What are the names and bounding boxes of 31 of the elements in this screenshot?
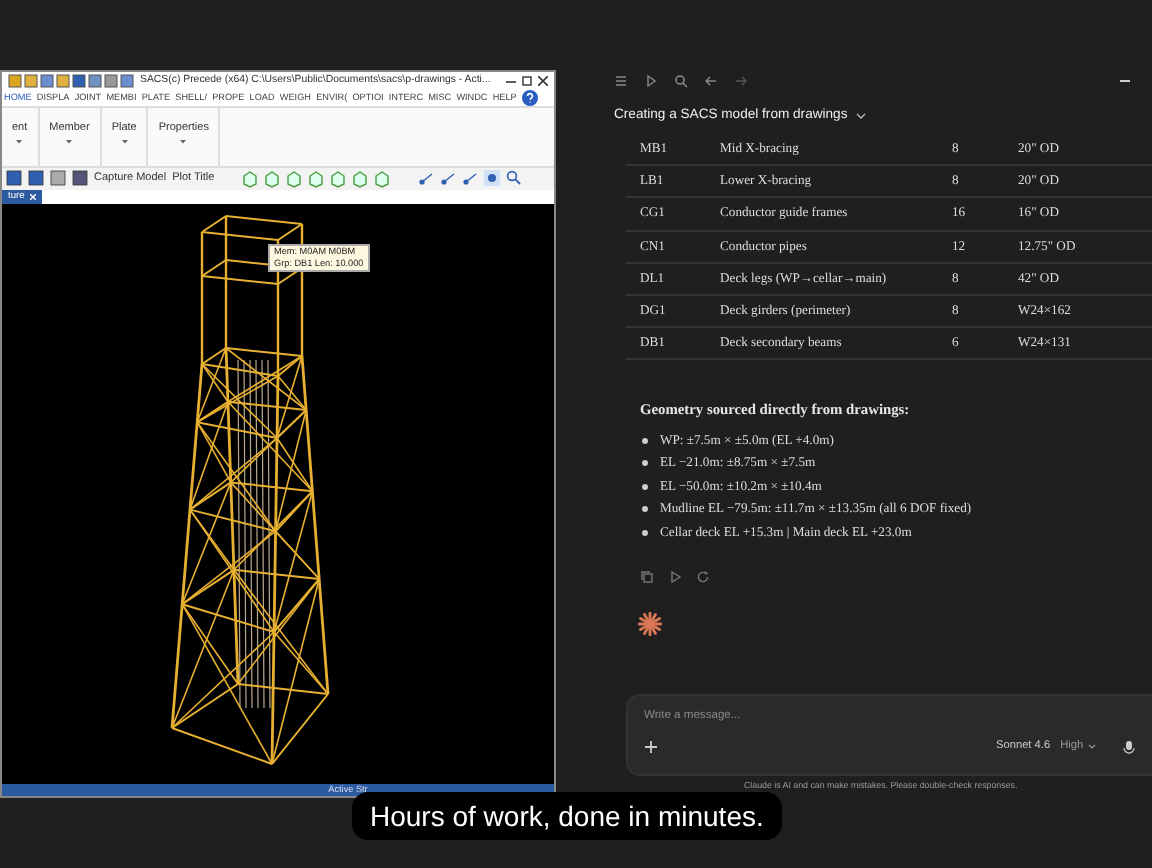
caret-icon[interactable] bbox=[66, 139, 73, 144]
play-icon[interactable] bbox=[644, 73, 658, 87]
bullet-icon bbox=[642, 437, 648, 444]
back-arrow-icon[interactable] bbox=[704, 73, 718, 87]
minimize-icon[interactable] bbox=[506, 75, 516, 86]
caret-icon[interactable] bbox=[16, 139, 23, 144]
chevron-down-icon bbox=[1087, 743, 1096, 750]
spark-logo-icon bbox=[638, 611, 662, 636]
node-tool-icon[interactable] bbox=[462, 170, 479, 187]
zoom-icon[interactable] bbox=[506, 170, 523, 187]
chevron-down-icon[interactable] bbox=[855, 111, 866, 119]
close-icon[interactable] bbox=[538, 75, 548, 86]
menu-icon[interactable] bbox=[614, 73, 628, 87]
video-caption: Hours of work, done in minutes. bbox=[352, 792, 782, 840]
node-tool-icon[interactable] bbox=[418, 170, 435, 187]
add-icon[interactable] bbox=[644, 739, 658, 754]
bullet-icon bbox=[642, 529, 648, 536]
search-icon[interactable] bbox=[674, 73, 688, 87]
microphone-icon[interactable] bbox=[1121, 739, 1136, 754]
copy-icon[interactable] bbox=[640, 569, 654, 584]
maximize-icon[interactable] bbox=[522, 75, 532, 86]
toggle-tool-icon[interactable] bbox=[484, 170, 501, 187]
caret-icon[interactable] bbox=[121, 139, 128, 144]
play-icon[interactable] bbox=[668, 569, 682, 584]
retry-icon[interactable] bbox=[696, 569, 710, 584]
bullet-icon bbox=[642, 506, 648, 513]
bullet-icon bbox=[642, 460, 648, 467]
help-icon[interactable] bbox=[521, 89, 538, 106]
node-tool-icon[interactable] bbox=[440, 170, 457, 187]
caret-icon[interactable] bbox=[180, 139, 187, 144]
bullet-icon bbox=[642, 483, 648, 490]
